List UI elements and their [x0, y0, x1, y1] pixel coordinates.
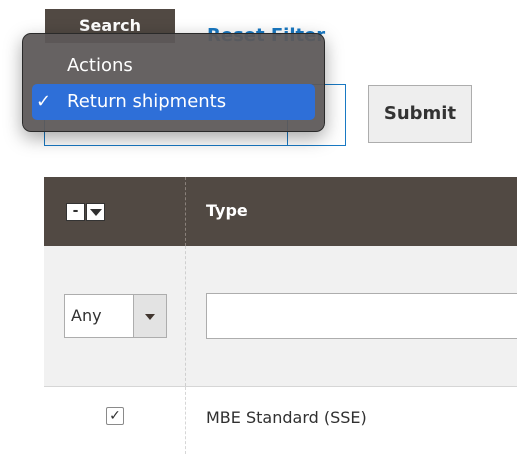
column-header-type[interactable]: Type [206, 201, 248, 220]
chevron-down-icon[interactable] [86, 203, 105, 221]
checkmark-icon: ✓ [36, 91, 52, 112]
mass-select-checkbox[interactable]: - [66, 203, 85, 221]
any-filter-select[interactable]: Any [64, 294, 167, 338]
actions-dropdown-menu: Actions ✓ Return shipments [22, 33, 325, 132]
menu-item-label: Actions [67, 55, 133, 76]
filter-row: Any [44, 246, 517, 387]
any-filter-value: Any [71, 306, 102, 325]
header-select-cell: - [44, 177, 186, 246]
menu-item-return-shipments[interactable]: ✓ Return shipments [32, 84, 315, 120]
filter-select-cell: Any [44, 246, 186, 386]
grid-header: - Type [44, 177, 517, 246]
row-checkbox[interactable]: ✓ [106, 407, 124, 425]
mass-select[interactable]: - [66, 203, 105, 221]
row-type-cell: MBE Standard (SSE) [206, 408, 367, 427]
menu-item-actions[interactable]: Actions [32, 48, 315, 84]
type-filter-input[interactable] [206, 293, 517, 339]
submit-button[interactable]: Submit [368, 85, 472, 143]
row-select-cell: ✓ [44, 387, 186, 454]
menu-item-label: Return shipments [67, 91, 227, 112]
chevron-down-icon[interactable] [133, 295, 166, 337]
table-row[interactable]: ✓ MBE Standard (SSE) [44, 387, 517, 454]
